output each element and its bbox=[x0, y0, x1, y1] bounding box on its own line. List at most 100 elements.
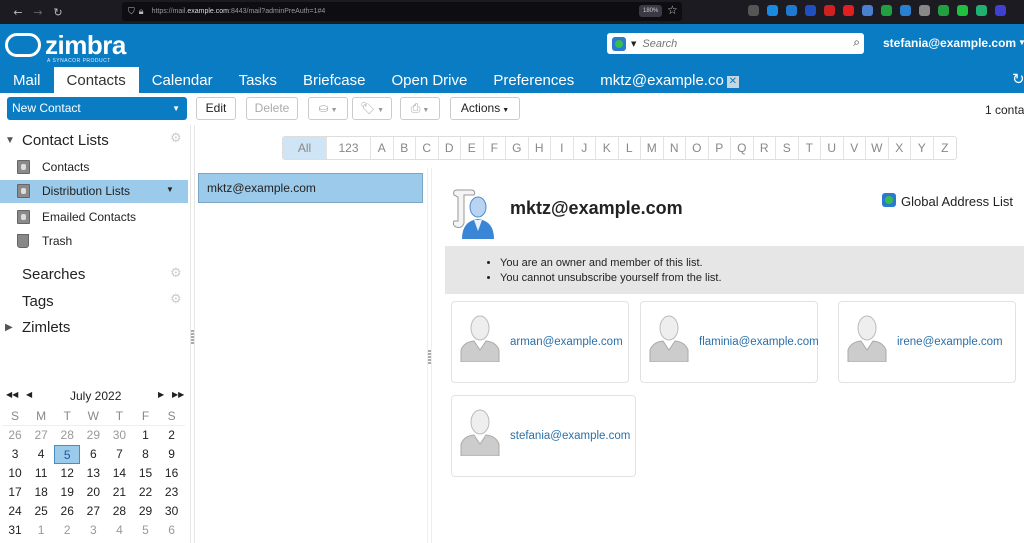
calendar-day[interactable]: 23 bbox=[159, 483, 185, 502]
actions-button[interactable]: Actions ▼ bbox=[450, 97, 520, 120]
alpha-filter-b[interactable]: B bbox=[394, 137, 416, 159]
calendar-day[interactable]: 25 bbox=[28, 502, 54, 521]
calendar-day[interactable]: 27 bbox=[28, 426, 54, 445]
search-icon[interactable]: ⌕ bbox=[853, 35, 860, 50]
calendar-day[interactable]: 21 bbox=[106, 483, 132, 502]
alpha-filter-g[interactable]: G bbox=[506, 137, 529, 159]
calendar-day[interactable]: 2 bbox=[54, 521, 80, 540]
collapse-triangle-icon[interactable]: ▼ bbox=[5, 135, 15, 146]
calendar-day[interactable]: 9 bbox=[159, 445, 185, 464]
alpha-filter-e[interactable]: E bbox=[461, 137, 484, 159]
alpha-filter-f[interactable]: F bbox=[484, 137, 506, 159]
alpha-filter-c[interactable]: C bbox=[416, 137, 439, 159]
calendar-day-today[interactable]: 5 bbox=[54, 445, 81, 464]
calendar-day[interactable]: 22 bbox=[132, 483, 158, 502]
calendar-day[interactable]: 28 bbox=[54, 426, 80, 445]
member-email-link[interactable]: stefania@example.com bbox=[510, 430, 630, 442]
tab-briefcase[interactable]: Briefcase bbox=[290, 67, 379, 93]
calendar-day[interactable]: 14 bbox=[106, 464, 132, 483]
chevron-down-icon[interactable]: ▼ bbox=[166, 185, 174, 194]
calendar-day[interactable]: 2 bbox=[159, 426, 185, 445]
browser-extension-icon[interactable] bbox=[919, 5, 930, 16]
close-tab-icon[interactable]: ✕ bbox=[726, 76, 739, 88]
address-bar[interactable]: ⛉ 🔒︎ https://mail.example.com:8443/mail?… bbox=[122, 2, 682, 21]
sidebar-item-distribution-lists[interactable]: Distribution Lists ▼ bbox=[0, 180, 188, 203]
calendar-day[interactable]: 18 bbox=[28, 483, 54, 502]
search-scope-icon[interactable] bbox=[612, 36, 626, 51]
next-year-icon[interactable]: ▶▶ bbox=[172, 390, 184, 399]
calendar-day[interactable]: 29 bbox=[80, 426, 106, 445]
alpha-filter-all[interactable]: All bbox=[283, 137, 327, 159]
calendar-day[interactable]: 12 bbox=[54, 464, 80, 483]
gear-icon[interactable]: ⚙ bbox=[170, 266, 182, 281]
alpha-filter-w[interactable]: W bbox=[866, 137, 889, 159]
calendar-day[interactable]: 30 bbox=[106, 426, 132, 445]
calendar-day[interactable]: 30 bbox=[159, 502, 185, 521]
alpha-filter-z[interactable]: Z bbox=[934, 137, 957, 159]
alpha-filter-s[interactable]: S bbox=[776, 137, 799, 159]
expand-triangle-icon[interactable]: ▶ bbox=[5, 322, 13, 333]
calendar-day[interactable]: 26 bbox=[2, 426, 28, 445]
browser-extension-icon[interactable] bbox=[748, 5, 759, 16]
calendar-day[interactable]: 6 bbox=[80, 445, 106, 464]
calendar-day[interactable]: 28 bbox=[106, 502, 132, 521]
new-contact-button[interactable]: New Contact ▼ bbox=[7, 97, 187, 120]
calendar-day[interactable]: 1 bbox=[28, 521, 54, 540]
calendar-day[interactable]: 8 bbox=[132, 445, 158, 464]
calendar-day[interactable]: 3 bbox=[80, 521, 106, 540]
calendar-day[interactable]: 10 bbox=[2, 464, 28, 483]
alpha-filter-t[interactable]: T bbox=[799, 137, 821, 159]
alpha-filter-n[interactable]: N bbox=[664, 137, 686, 159]
browser-extension-icon[interactable] bbox=[767, 5, 778, 16]
calendar-day[interactable]: 15 bbox=[132, 464, 158, 483]
sidebar-item-contacts[interactable]: Contacts bbox=[0, 156, 188, 179]
next-month-icon[interactable]: ▶ bbox=[158, 390, 164, 399]
browser-extension-icon[interactable] bbox=[824, 5, 835, 16]
back-icon[interactable]: ← bbox=[8, 6, 28, 19]
browser-extension-icon[interactable] bbox=[995, 5, 1006, 16]
calendar-day[interactable]: 11 bbox=[28, 464, 54, 483]
tab-contacts[interactable]: Contacts bbox=[53, 67, 139, 93]
calendar-day[interactable]: 3 bbox=[2, 445, 28, 464]
drag-handle-icon[interactable] bbox=[428, 350, 431, 364]
alpha-filter-h[interactable]: H bbox=[529, 137, 551, 159]
edit-button[interactable]: Edit bbox=[196, 97, 236, 120]
calendar-day[interactable]: 5 bbox=[132, 521, 158, 540]
delete-button[interactable]: Delete bbox=[246, 97, 298, 120]
member-email-link[interactable]: irene@example.com bbox=[897, 336, 1003, 348]
alpha-filter-123[interactable]: 123 bbox=[327, 137, 371, 159]
browser-extension-icon[interactable] bbox=[862, 5, 873, 16]
calendar-day[interactable]: 16 bbox=[159, 464, 185, 483]
alpha-filter-j[interactable]: J bbox=[574, 137, 596, 159]
zoom-level[interactable]: 180% bbox=[639, 5, 663, 17]
tab-preferences[interactable]: Preferences bbox=[480, 67, 587, 93]
alpha-filter-u[interactable]: U bbox=[821, 137, 844, 159]
browser-extension-icon[interactable] bbox=[900, 5, 911, 16]
move-button[interactable]: ⛀ ▼ bbox=[308, 97, 348, 120]
alpha-filter-d[interactable]: D bbox=[439, 137, 461, 159]
member-email-link[interactable]: arman@example.com bbox=[510, 336, 623, 348]
calendar-day[interactable]: 24 bbox=[2, 502, 28, 521]
alpha-filter-q[interactable]: Q bbox=[731, 137, 754, 159]
calendar-day[interactable]: 6 bbox=[159, 521, 185, 540]
member-email-link[interactable]: flaminia@example.com bbox=[699, 336, 819, 348]
refresh-icon[interactable]: ↻ bbox=[1012, 70, 1024, 88]
drag-handle-icon[interactable] bbox=[191, 330, 194, 344]
browser-extension-icon[interactable] bbox=[957, 5, 968, 16]
calendar-day[interactable]: 27 bbox=[80, 502, 106, 521]
calendar-day[interactable]: 4 bbox=[106, 521, 132, 540]
browser-extension-icon[interactable] bbox=[805, 5, 816, 16]
bookmark-star-icon[interactable]: ☆ bbox=[667, 3, 678, 17]
browser-extension-icon[interactable] bbox=[938, 5, 949, 16]
browser-extension-icon[interactable] bbox=[976, 5, 987, 16]
tab-open-drive[interactable]: Open Drive bbox=[378, 67, 480, 93]
calendar-day[interactable]: 7 bbox=[106, 445, 132, 464]
calendar-day[interactable]: 4 bbox=[28, 445, 54, 464]
alpha-filter-y[interactable]: Y bbox=[911, 137, 934, 159]
alpha-filter-a[interactable]: A bbox=[371, 137, 394, 159]
alpha-filter-o[interactable]: O bbox=[686, 137, 709, 159]
gear-icon[interactable]: ⚙ bbox=[170, 292, 182, 307]
sidebar-item-emailed-contacts[interactable]: Emailed Contacts bbox=[0, 206, 188, 229]
reload-icon[interactable]: ↻ bbox=[48, 6, 68, 19]
alpha-filter-p[interactable]: P bbox=[709, 137, 731, 159]
